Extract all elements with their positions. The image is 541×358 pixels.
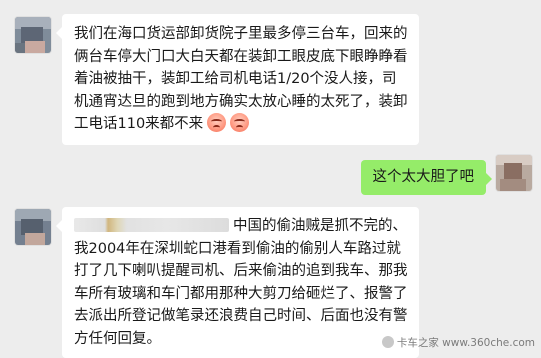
avatar-right-self[interactable] xyxy=(496,155,532,191)
message-bubble-left-2[interactable]: 中国的偷油贼是抓不完的、我2004年在深圳蛇口港看到偷油的偷别人车路过就打了几下… xyxy=(56,207,419,358)
angry-face-icon xyxy=(230,113,250,132)
message-text: 中国的偷油贼是抓不完的、我2004年在深圳蛇口港看到偷油的偷别人车路过就打了几下… xyxy=(74,218,408,347)
message-bubble-left-1[interactable]: 我们在海口货运部卸货院子里最多停三台车，回来的俩台车停大门口大白天都在装卸工眼皮… xyxy=(56,14,419,145)
message-bubble-right-1[interactable]: 这个太大胆了吧 xyxy=(360,160,492,195)
avatar-left-2[interactable] xyxy=(15,209,51,245)
avatar-left-1[interactable] xyxy=(15,17,51,53)
redacted-quote-blur xyxy=(74,218,229,232)
message-text: 这个太大胆了吧 xyxy=(372,169,475,185)
truck-logo-icon xyxy=(381,336,394,348)
angry-face-icon xyxy=(207,113,227,132)
watermark: 卡车之家 www.360che.com xyxy=(381,335,535,350)
